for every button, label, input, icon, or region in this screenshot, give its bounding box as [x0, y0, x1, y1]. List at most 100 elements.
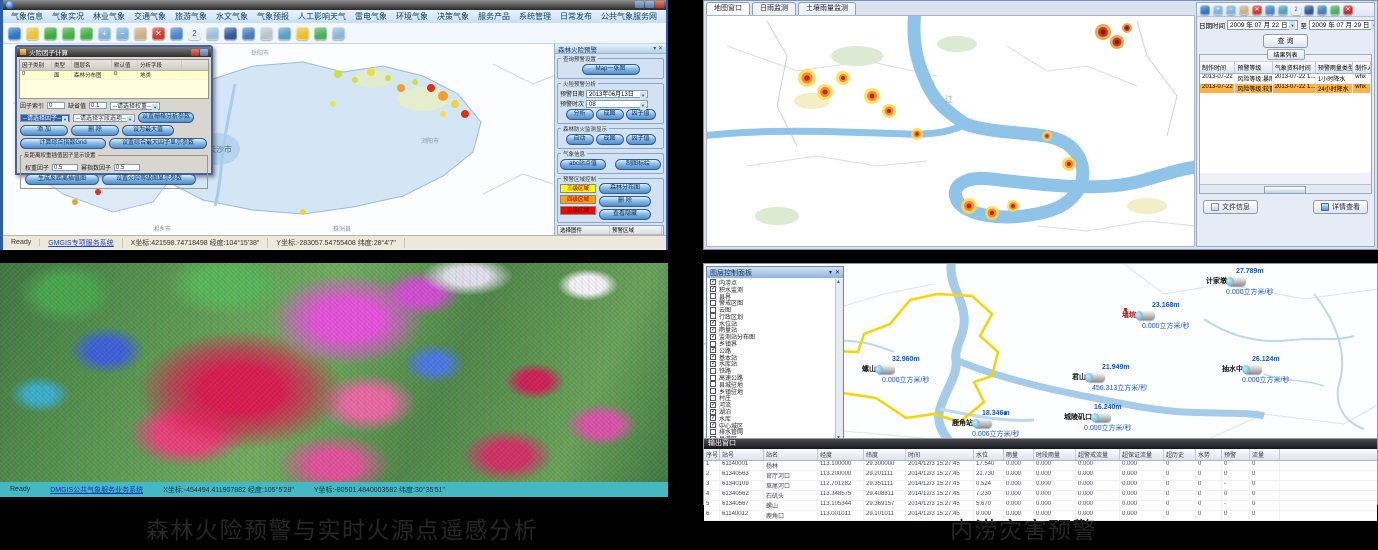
- monitor-icon[interactable]: [278, 27, 291, 40]
- menu-item[interactable]: 气象信息: [11, 11, 43, 22]
- layer-checkbox[interactable]: [710, 354, 716, 360]
- fire-factor-dialog[interactable]: 火险因子计算 因子类别类型图层名默认值分析字段0面森林分布图0地类 因子索引 0…: [15, 45, 213, 175]
- zone-delete-button[interactable]: 删 除: [599, 196, 651, 207]
- output-window-title[interactable]: 输出窗口: [704, 439, 1377, 449]
- layer-item[interactable]: 易涝区: [708, 435, 835, 438]
- collapse-icon[interactable]: ▾: [829, 269, 832, 276]
- table-row[interactable]: 2013-07-22 1风险等级:较重2013-07-22 1...24小时降水…: [1200, 84, 1371, 94]
- tab-日雨监测[interactable]: 日雨监测: [752, 2, 796, 15]
- default-value-input[interactable]: 0.1: [89, 102, 107, 109]
- station-抽水中[interactable]: 26.124m抽水中0.000立方米/秒: [1222, 356, 1289, 385]
- minimize-button[interactable]: [635, 1, 644, 8]
- plot2-button[interactable]: 成图: [596, 134, 624, 145]
- save-icon[interactable]: [1317, 5, 1327, 15]
- power-factor-input[interactable]: 0.5: [114, 164, 140, 171]
- layer-checkbox[interactable]: [710, 395, 716, 401]
- calc-grid-button[interactable]: 计算综合指数Grid: [20, 138, 106, 149]
- station-鹿角站[interactable]: 18.346m鹿角站0.006立方米/秒: [952, 410, 1019, 438]
- column-header[interactable]: 时间: [906, 449, 974, 460]
- pan-north-icon[interactable]: [62, 27, 75, 40]
- weight-select[interactable]: --请选择权重--: [110, 102, 160, 110]
- column-header[interactable]: 制作时间: [1200, 62, 1235, 73]
- layer-list-scrollbar[interactable]: [835, 279, 843, 438]
- column-header[interactable]: 经度: [818, 449, 864, 460]
- column-header[interactable]: 纬度: [864, 449, 906, 460]
- layer-checkbox[interactable]: [710, 300, 716, 306]
- view-hide-button[interactable]: 查看隐藏: [599, 209, 651, 220]
- column-header[interactable]: 站号: [720, 449, 764, 460]
- zoom-in-icon[interactable]: +: [1213, 5, 1223, 15]
- factor-index-input[interactable]: 0: [47, 102, 65, 109]
- list-column-select[interactable]: 选择图件: [558, 226, 610, 234]
- station-君山[interactable]: 21.949m君山456.313立方米/秒: [1072, 364, 1147, 393]
- layer-checkbox[interactable]: [710, 307, 716, 313]
- pan-east-icon[interactable]: [80, 27, 93, 40]
- factor-value2-button[interactable]: 因子值: [626, 134, 656, 145]
- map-export-icon[interactable]: [242, 27, 255, 40]
- layer-checkbox[interactable]: [710, 375, 716, 381]
- map-window-icon[interactable]: [170, 27, 183, 40]
- warning-time-select[interactable]: 08: [586, 100, 648, 108]
- menu-item[interactable]: 决策气象: [437, 11, 469, 22]
- station-value-button[interactable]: abc站点值: [560, 159, 606, 170]
- table-row[interactable]: 361340109草尾河口112.70128229.3511112014/12/…: [704, 481, 1377, 491]
- column-header[interactable]: 时段雨量: [1034, 449, 1076, 460]
- menu-item[interactable]: 公共气象服务网: [601, 11, 657, 22]
- layer-checkbox[interactable]: [710, 313, 716, 319]
- column-header[interactable]: 水位: [974, 449, 1004, 460]
- date-from-picker[interactable]: 2009 年 07 月 22 日▼: [1227, 20, 1298, 30]
- menu-item[interactable]: 系统管理: [519, 11, 551, 22]
- menu-item[interactable]: 水文气象: [216, 11, 248, 22]
- station-城陵矶口[interactable]: 16.240m城陵矶口0.000立方米/秒: [1064, 404, 1131, 433]
- station-cylinder-icon[interactable]: [1094, 413, 1111, 422]
- column-header[interactable]: 流量: [1250, 449, 1280, 460]
- layer-checkbox[interactable]: [710, 334, 716, 340]
- system-link[interactable]: GMGIS专项服务系统: [40, 238, 122, 248]
- remote-sensing-image[interactable]: [0, 263, 668, 482]
- menu-item[interactable]: 林业气象: [93, 11, 125, 22]
- station-墙垸[interactable]: 23.168m墙垸0.000立方米/秒: [1122, 302, 1189, 331]
- column-header[interactable]: 站名: [764, 449, 818, 460]
- layer-checkbox[interactable]: [710, 388, 716, 394]
- globe-icon[interactable]: [8, 27, 21, 40]
- date-to-picker[interactable]: 2009 年 07 月 29 日▼: [1309, 20, 1375, 30]
- select-feature-icon[interactable]: [44, 27, 57, 40]
- query-button[interactable]: 查 询: [1263, 34, 1309, 48]
- layer-checkbox[interactable]: [710, 436, 716, 438]
- menu-item[interactable]: 日常发布: [560, 11, 592, 22]
- selection-list[interactable]: 选择图件 预警区域: [557, 225, 664, 235]
- column-header[interactable]: 超保证流量: [1120, 449, 1164, 460]
- back-arrow-icon[interactable]: [1330, 5, 1340, 15]
- dialog-close-button[interactable]: [191, 49, 199, 56]
- station-cylinder-icon[interactable]: [1088, 373, 1105, 382]
- measure-icon[interactable]: [26, 27, 39, 40]
- file-info-button[interactable]: 文件信息: [1203, 200, 1258, 214]
- close-icon[interactable]: ✕: [835, 269, 840, 276]
- plot-button[interactable]: 成图: [596, 109, 624, 120]
- delete-button[interactable]: 删 除: [71, 125, 119, 136]
- annotate-button[interactable]: 制图标绘: [615, 159, 661, 170]
- warning-results-table[interactable]: 制作时间预警等级气象资料时间预警雨量类型制作人2013-07-22 1...风险…: [1200, 61, 1371, 173]
- list-column-zone[interactable]: 预警区域: [610, 226, 662, 234]
- column-header[interactable]: 图层名: [72, 60, 112, 70]
- column-header[interactable]: 预警: [1222, 449, 1250, 460]
- column-header[interactable]: 类型: [52, 60, 72, 70]
- identify-icon[interactable]: [206, 27, 219, 40]
- app-orb-icon[interactable]: [6, 1, 14, 9]
- table-row[interactable]: 561340567螺山113.10534429.3691572014/12/3 …: [704, 501, 1377, 511]
- layer-checkbox[interactable]: [710, 286, 716, 292]
- column-header[interactable]: 雨量: [1004, 449, 1034, 460]
- menu-item[interactable]: 交通气象: [134, 11, 166, 22]
- station-cylinder-icon[interactable]: [1245, 365, 1262, 374]
- column-header[interactable]: 分析字段: [138, 60, 182, 70]
- factor-select[interactable]: --请选择因子--: [20, 114, 70, 122]
- table-row[interactable]: 0面森林分布图0地类: [20, 71, 208, 80]
- zoom-out-icon[interactable]: −: [116, 27, 129, 40]
- raster-params-button[interactable]: 设置栅格分析参数: [138, 112, 194, 123]
- column-header[interactable]: 制作人: [1353, 62, 1371, 73]
- layer-checkbox[interactable]: [710, 415, 716, 421]
- pan-hand-icon[interactable]: [1239, 5, 1249, 15]
- idw-generate-button[interactable]: 生成反距离插值图: [25, 174, 99, 185]
- column-header[interactable]: 超历史: [1164, 449, 1196, 460]
- screen-icon[interactable]: [1304, 5, 1314, 15]
